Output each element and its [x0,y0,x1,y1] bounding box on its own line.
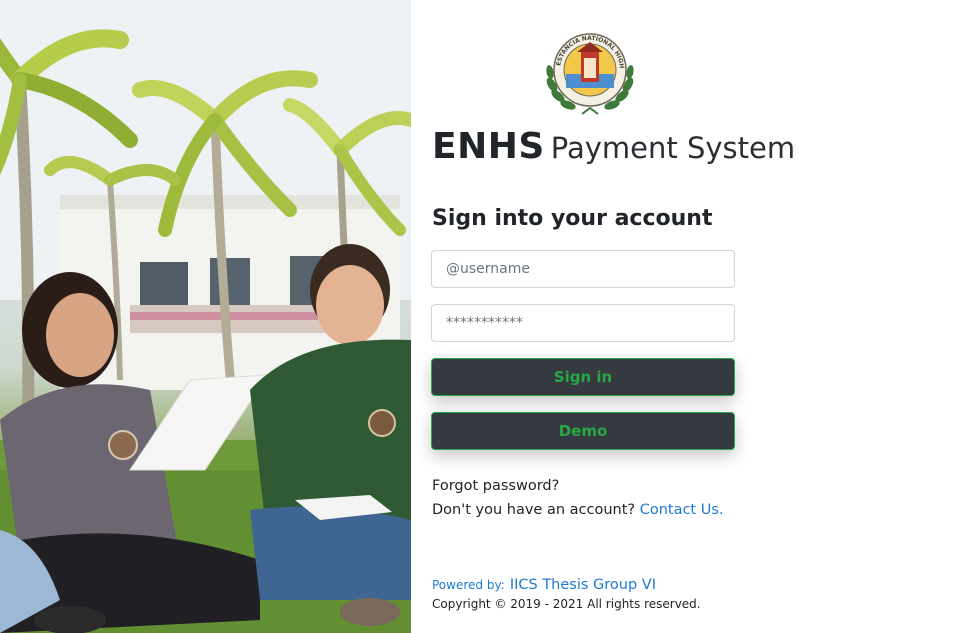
username-input[interactable] [431,250,735,288]
forgot-password-link[interactable]: Forgot password? [432,478,559,494]
page-title: ENHS Payment System [432,126,795,167]
copyright-text: Copyright © 2019 - 2021 All rights reser… [432,597,701,611]
signin-heading: Sign into your account [432,206,713,231]
powered-by: Powered by: IICS Thesis Group VI [432,574,656,593]
powered-by-label: Powered by: [432,578,505,592]
no-account-text: Don't you have an account? [432,502,636,518]
login-panel: ESTANCIA NATIONAL HIGH SCHOOL ENHSPaymen… [411,0,957,633]
password-input[interactable] [431,304,735,342]
no-account-line: Don't you have an account? Contact Us. [432,502,724,518]
students-campus-photo [0,0,411,633]
school-seal-icon: ESTANCIA NATIONAL HIGH SCHOOL [539,25,638,118]
contact-us-link[interactable]: Contact Us. [640,502,724,518]
app-subtitle: Payment System [550,131,796,165]
thesis-group-link[interactable]: IICS Thesis Group VI [510,577,656,593]
demo-button[interactable]: Demo [431,412,735,450]
brand-name: ENHS [432,126,545,167]
signin-button[interactable]: Sign in [431,358,735,396]
